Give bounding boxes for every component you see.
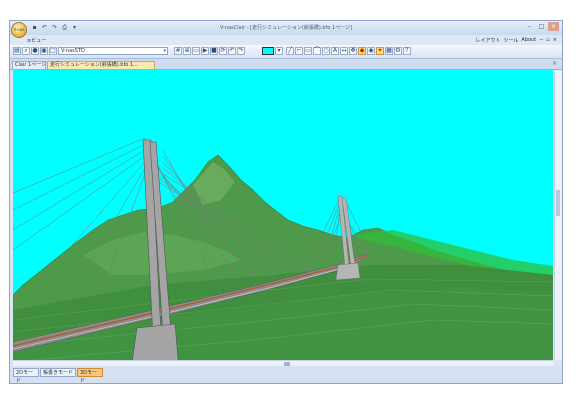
polyline-icon[interactable]: ⌐ [295,47,303,55]
tab-clair-page[interactable]: Clair 1ページ [12,61,46,69]
main-toolbar: ▤ ⌕ ● ▣ □ V-nasSTD ▾ # ⊕ ▭ ▶ ■ ⟳ ↶ ↷ ▾ ╱… [10,45,562,59]
menu-about[interactable]: About [521,37,536,44]
stop-icon[interactable]: ■ [210,47,218,55]
style-combo[interactable]: V-nasSTD ▾ [58,47,168,55]
bridge-scene [13,70,553,360]
search-icon[interactable]: ⌕ [22,47,30,55]
refresh-icon[interactable]: ⟳ [219,47,227,55]
arc-icon[interactable]: ⌒ [313,47,321,55]
window-icon[interactable]: ▭ [192,47,200,55]
dimension-icon[interactable]: ↔ [340,47,348,55]
doc-restore-button[interactable]: ▫ [546,37,549,44]
menu-right-group: レイアウト ツール About − ▫ × [475,37,557,44]
background-color-swatch[interactable] [262,47,274,55]
page-icon[interactable]: □ [49,47,57,55]
mode-bar: 2Dモード 帳書きモード 3Dモード [10,366,562,383]
minimize-button[interactable]: – [524,22,535,31]
menu-bar: ≡ビュー レイアウト ツール About − ▫ × [10,35,562,45]
maximize-button[interactable]: □ [536,22,547,31]
rect-icon[interactable]: ▭ [304,47,312,55]
color-dropdown-icon[interactable]: ▾ [275,47,283,55]
toolbar-group-view: # ⊕ ▭ ▶ ■ ⟳ ↶ ↷ [174,47,245,55]
window-controls: – □ × [524,22,559,31]
play-icon[interactable]: ▶ [201,47,209,55]
grid-icon[interactable]: # [174,47,182,55]
tab-close-icon[interactable]: × [552,60,557,67]
tab-2d-mode[interactable]: 2Dモード [13,368,39,383]
chevron-down-icon: ▾ [163,48,166,54]
tab-simulation[interactable]: 走行シミュレーション(斜張橋).bfo 1... [47,61,155,69]
toolbar-group-color: ▾ [262,47,283,55]
circle-icon[interactable]: ○ [322,47,330,55]
vertical-scroll-thumb[interactable] [556,190,560,216]
close-button[interactable]: × [548,22,559,31]
zoom-icon[interactable]: ⊕ [183,47,191,55]
lock-icon[interactable]: ▣ [40,47,48,55]
camera-icon[interactable]: ◉ [367,47,375,55]
doc-close-button[interactable]: × [553,37,557,44]
line-icon[interactable]: ╱ [286,47,294,55]
window-title: V-nasClair - [走行シミュレーション(斜張橋).bfo 1ページ] [220,25,352,31]
redo-view-icon[interactable]: ↷ [237,47,245,55]
render-icon[interactable]: ◆ [358,47,366,55]
3d-viewport[interactable] [13,70,553,360]
menu-view[interactable]: ≡ビュー [27,37,46,44]
text-icon[interactable]: A [331,47,339,55]
application-window: V-nas ▪ ↶ ↷ ⎙ ▾ V-nasClair - [走行シミュレーション… [9,20,563,384]
tab-layout-mode[interactable]: 帳書きモード [40,368,76,377]
pin-icon[interactable]: ● [31,47,39,55]
document-tab-bar: Clair 1ページ 走行シミュレーション(斜張橋).bfo 1... × [10,59,562,70]
tab-3d-mode[interactable]: 3Dモード [77,368,103,383]
move-icon[interactable]: ✥ [349,47,357,55]
menu-layout[interactable]: レイアウト [475,37,500,44]
application-orb-button[interactable]: V-nas [11,22,27,38]
walk-icon[interactable]: ✦ [376,47,384,55]
toolbar-group-left: ▤ ⌕ ● ▣ □ V-nasSTD ▾ [13,47,168,55]
doc-minimize-button[interactable]: − [539,37,543,44]
style-combo-value: V-nasSTD [61,48,85,54]
table-icon[interactable]: ▦ [385,47,393,55]
vertical-scrollbar[interactable] [554,70,562,360]
layer-icon[interactable]: ▤ [13,47,21,55]
settings-icon[interactable]: ⚙ [394,47,402,55]
help-icon[interactable]: ? [403,47,411,55]
orb-label: V-nas [13,27,25,32]
menu-tools[interactable]: ツール [503,37,518,44]
undo-view-icon[interactable]: ↶ [228,47,236,55]
toolbar-group-draw: ╱ ⌐ ▭ ⌒ ○ A ↔ ✥ ◆ ◉ ✦ ▦ ⚙ ? [286,47,411,55]
title-bar: V-nas ▪ ↶ ↷ ⎙ ▾ V-nasClair - [走行シミュレーション… [10,21,562,38]
